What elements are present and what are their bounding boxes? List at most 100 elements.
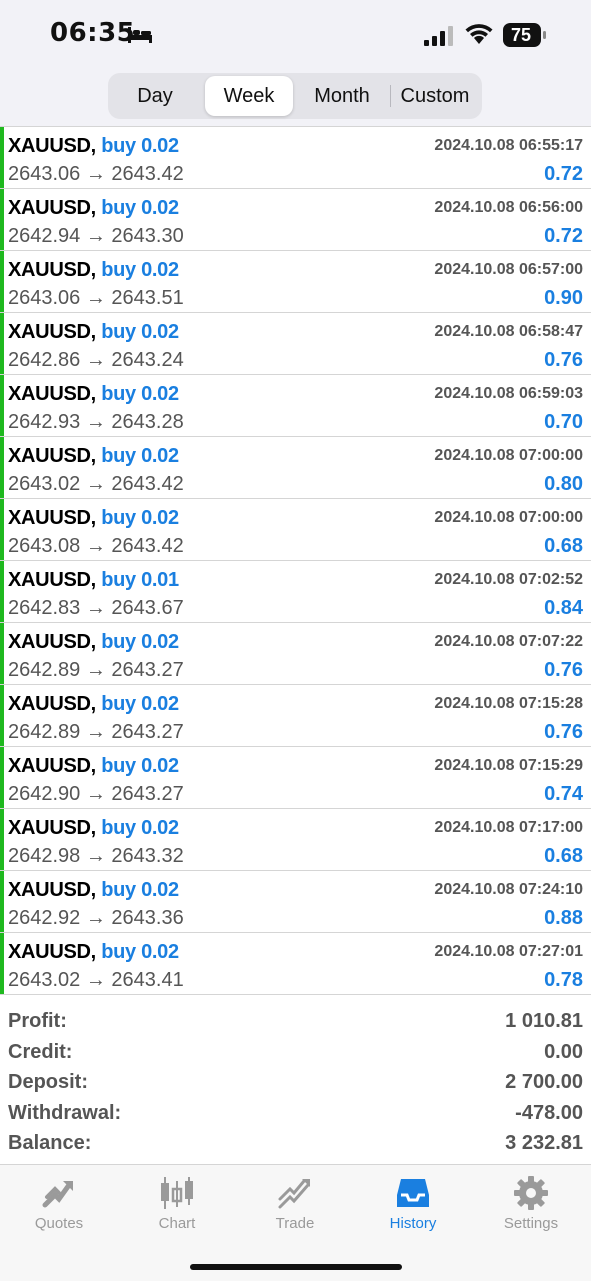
trade-profit: 0.78 (544, 969, 583, 991)
trade-profit: 0.76 (544, 659, 583, 681)
trade-profit: 0.88 (544, 907, 583, 929)
trade-profit: 0.68 (544, 535, 583, 557)
buy-indicator-bar (0, 747, 4, 808)
trade-symbol: XAUUSD, buy 0.02 (8, 259, 179, 282)
trade-prices: 2642.90 → 2643.27 (8, 783, 184, 805)
history-icon (397, 1179, 429, 1207)
tab-settings-label: Settings (503, 1215, 559, 1232)
trade-symbol-text: XAUUSD, (8, 631, 96, 653)
account-summary: Profit: 1 010.81 Credit: 0.00 Deposit: 2 700.… (0, 1006, 591, 1164)
table-row[interactable]: XAUUSD, buy 0.02 2024.10.08 06:56:00 2642.… (0, 189, 591, 251)
segment-custom[interactable]: Custom (391, 76, 479, 116)
table-row[interactable]: XAUUSD, buy 0.02 2024.10.08 07:07:22 2642.… (0, 623, 591, 685)
trade-date: 2024.10.08 07:15:29 (434, 757, 583, 774)
buy-indicator-bar (0, 437, 4, 498)
trade-date: 2024.10.08 07:24:10 (434, 881, 583, 898)
tab-chart-label: Chart (158, 1215, 196, 1232)
table-row[interactable]: XAUUSD, buy 0.02 2024.10.08 06:55:17 2643.… (0, 127, 591, 189)
table-row[interactable]: XAUUSD, buy 0.01 2024.10.08 07:02:52 2642.… (0, 561, 591, 623)
trade-prices: 2642.89 → 2643.27 (8, 659, 184, 681)
trade-date: 2024.10.08 07:07:22 (434, 633, 583, 650)
trade-symbol: XAUUSD, buy 0.01 (8, 569, 179, 592)
trade-symbol-text: XAUUSD, (8, 383, 96, 405)
summary-row: Credit: 0.00 (0, 1037, 591, 1068)
trade-prices: 2643.02 → 2643.41 (8, 969, 184, 991)
tab-chart[interactable]: Chart (118, 1165, 236, 1245)
buy-indicator-bar (0, 871, 4, 932)
trade-symbol-text: XAUUSD, (8, 135, 96, 157)
table-row[interactable]: XAUUSD, buy 0.02 2024.10.08 06:59:03 2642.… (0, 375, 591, 437)
trade-prices: 2642.93 → 2643.28 (8, 411, 184, 433)
trade-symbol: XAUUSD, buy 0.02 (8, 321, 179, 344)
trade-date: 2024.10.08 07:00:00 (434, 509, 583, 526)
table-row[interactable]: XAUUSD, buy 0.02 2024.10.08 07:17:00 2642.… (0, 809, 591, 871)
segment-week[interactable]: Week (205, 76, 293, 116)
battery-level: 75 (510, 25, 532, 45)
trade-prices: 2642.86 → 2643.24 (8, 349, 184, 371)
summary-label: Deposit: (8, 1071, 88, 1093)
table-row[interactable]: XAUUSD, buy 0.02 2024.10.08 07:15:28 2642.… (0, 685, 591, 747)
summary-value: 2 700.00 (505, 1071, 583, 1093)
signal-icon (424, 26, 453, 46)
tab-history[interactable]: History (354, 1165, 472, 1245)
segment-day[interactable]: Day (111, 76, 199, 116)
trade-prices: 2642.92 → 2643.36 (8, 907, 184, 929)
tab-quotes[interactable]: Quotes (0, 1165, 118, 1245)
table-row[interactable]: XAUUSD, buy 0.02 2024.10.08 06:58:47 2642.… (0, 313, 591, 375)
trade-profit: 0.70 (544, 411, 583, 433)
trade-type: buy 0.02 (101, 197, 179, 219)
summary-value: 0.00 (544, 1040, 583, 1063)
trade-type: buy 0.02 (101, 941, 179, 963)
trade-date: 2024.10.08 07:17:00 (434, 819, 583, 836)
trade-type: buy 0.02 (101, 445, 179, 467)
trade-date: 2024.10.08 06:58:47 (434, 323, 583, 340)
trade-profit: 0.68 (544, 845, 583, 867)
summary-value: 3 232.81 (505, 1132, 583, 1154)
summary-label: Profit: (8, 1010, 67, 1032)
trade-type: buy 0.02 (101, 755, 179, 777)
buy-indicator-bar (0, 499, 4, 560)
trade-symbol: XAUUSD, buy 0.02 (8, 507, 179, 530)
trade-history-list[interactable]: XAUUSD, buy 0.02 2024.10.08 06:55:17 2643.… (0, 126, 591, 995)
trade-date: 2024.10.08 06:55:17 (434, 137, 583, 154)
tab-trade[interactable]: Trade (236, 1165, 354, 1245)
trade-symbol-text: XAUUSD, (8, 879, 96, 901)
trade-profit: 0.76 (544, 721, 583, 743)
buy-indicator-bar (0, 251, 4, 312)
summary-label: Balance: (8, 1132, 92, 1154)
buy-indicator-bar (0, 623, 4, 684)
summary-label: Credit: (8, 1040, 73, 1063)
trade-symbol: XAUUSD, buy 0.02 (8, 383, 179, 406)
table-row[interactable]: XAUUSD, buy 0.02 2024.10.08 07:00:00 2643.… (0, 499, 591, 561)
buy-indicator-bar (0, 313, 4, 374)
trade-symbol: XAUUSD, buy 0.02 (8, 693, 179, 716)
trade-type: buy 0.02 (101, 631, 179, 653)
segment-month[interactable]: Month (296, 76, 388, 116)
trade-profit: 0.90 (544, 287, 583, 309)
tab-settings[interactable]: Settings (472, 1165, 590, 1245)
trade-prices: 2643.06 → 2643.51 (8, 287, 184, 309)
table-row[interactable]: XAUUSD, buy 0.02 2024.10.08 07:15:29 2642.… (0, 747, 591, 809)
buy-indicator-bar (0, 189, 4, 250)
trade-symbol-text: XAUUSD, (8, 755, 96, 777)
settings-icon (514, 1176, 548, 1210)
table-row[interactable]: XAUUSD, buy 0.02 2024.10.08 07:24:10 2642.… (0, 871, 591, 933)
table-row[interactable]: XAUUSD, buy 0.02 2024.10.08 07:00:00 2643.… (0, 437, 591, 499)
trade-type: buy 0.02 (101, 135, 179, 157)
trade-prices: 2643.08 → 2643.42 (8, 535, 184, 557)
trade-symbol-text: XAUUSD, (8, 693, 96, 715)
trade-symbol-text: XAUUSD, (8, 941, 96, 963)
trade-prices: 2643.06 → 2643.42 (8, 163, 184, 185)
trade-symbol: XAUUSD, buy 0.02 (8, 445, 179, 468)
table-row[interactable]: XAUUSD, buy 0.02 2024.10.08 06:57:00 2643.… (0, 251, 591, 313)
trade-symbol-text: XAUUSD, (8, 507, 96, 529)
summary-label: Withdrawal: (8, 1101, 122, 1124)
buy-indicator-bar (0, 561, 4, 622)
trade-prices: 2642.94 → 2643.30 (8, 225, 184, 247)
trade-prices: 2642.83 → 2643.67 (8, 597, 184, 619)
table-row[interactable]: XAUUSD, buy 0.02 2024.10.08 07:27:01 2643.… (0, 933, 591, 995)
buy-indicator-bar (0, 809, 4, 870)
trade-symbol: XAUUSD, buy 0.02 (8, 755, 179, 778)
trade-date: 2024.10.08 06:56:00 (434, 199, 583, 216)
trade-profit: 0.74 (544, 783, 583, 805)
